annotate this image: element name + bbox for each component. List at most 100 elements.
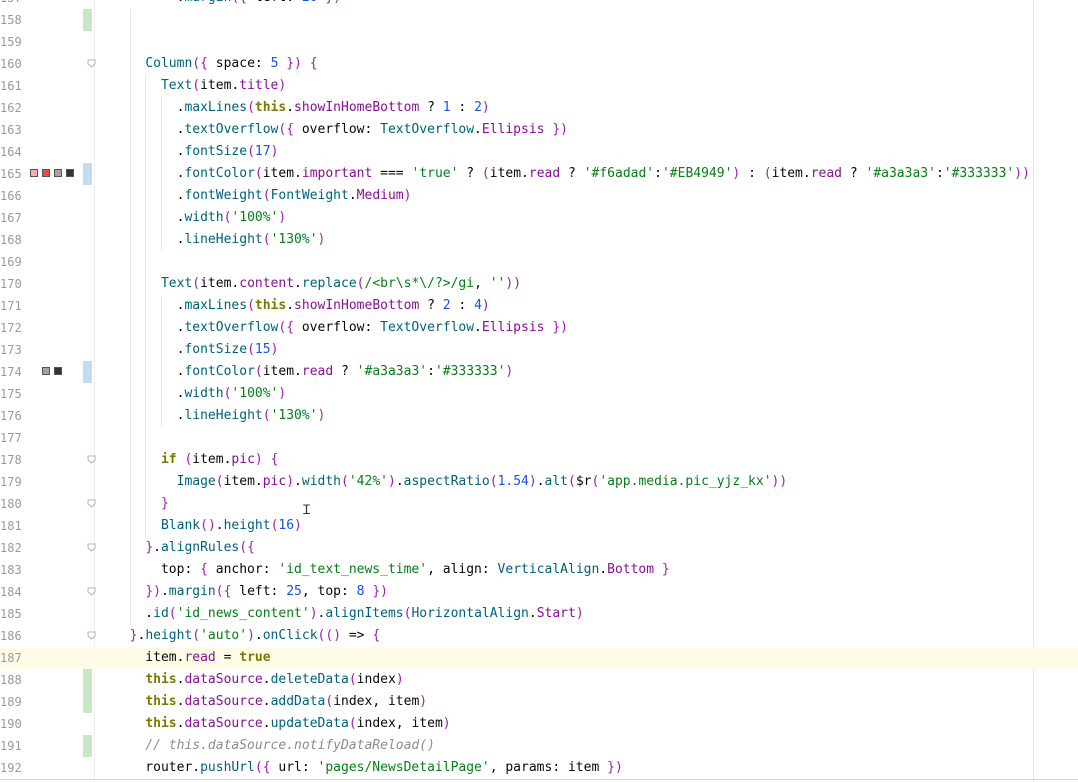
code-text[interactable]: .width('100%') (114, 207, 287, 229)
fold-toggle-icon[interactable] (87, 455, 96, 464)
code-text[interactable]: if (item.pic) { (114, 449, 278, 471)
line-number[interactable]: 188 (0, 669, 22, 691)
color-swatch[interactable] (30, 169, 38, 177)
code-text[interactable]: this.dataSource.addData(index, item) (114, 691, 427, 713)
code-line[interactable]: 157 .margin({ left: 20 }) (0, 0, 1078, 9)
line-number[interactable]: 183 (0, 559, 22, 581)
vcs-change-marker[interactable] (83, 9, 92, 31)
line-number[interactable]: 161 (0, 75, 22, 97)
line-number[interactable]: 160 (0, 53, 22, 75)
line-number[interactable]: 169 (0, 251, 22, 273)
line-number[interactable]: 175 (0, 383, 22, 405)
line-number[interactable]: 180 (0, 493, 22, 515)
fold-toggle-icon[interactable] (87, 499, 96, 508)
color-swatch[interactable] (54, 367, 62, 375)
fold-toggle-icon[interactable] (87, 59, 96, 68)
line-number[interactable]: 177 (0, 427, 22, 449)
code-text[interactable]: router.pushUrl({ url: 'pages/NewsDetailP… (114, 757, 622, 779)
color-swatch[interactable] (54, 169, 62, 177)
code-text[interactable]: Text(item.title) (114, 75, 286, 97)
vcs-change-marker[interactable] (83, 361, 92, 383)
line-number[interactable]: 163 (0, 119, 22, 141)
line-number[interactable]: 159 (0, 31, 22, 53)
code-line[interactable]: 191 // this.dataSource.notifyDataReload(… (0, 735, 1078, 757)
fold-toggle-icon[interactable] (87, 631, 96, 640)
line-number[interactable]: 167 (0, 207, 22, 229)
code-text[interactable]: .textOverflow({ overflow: TextOverflow.E… (114, 119, 568, 141)
line-number[interactable]: 173 (0, 339, 22, 361)
line-number[interactable]: 166 (0, 185, 22, 207)
line-number[interactable]: 184 (0, 581, 22, 603)
line-number[interactable]: 176 (0, 405, 22, 427)
code-text[interactable]: .textOverflow({ overflow: TextOverflow.E… (114, 317, 568, 339)
line-number[interactable]: 171 (0, 295, 22, 317)
line-number[interactable]: 181 (0, 515, 22, 537)
line-number[interactable]: 172 (0, 317, 22, 339)
line-number[interactable]: 174 (0, 361, 22, 383)
code-text[interactable]: .width('100%') (114, 383, 287, 405)
code-text[interactable]: .id('id_news_content').alignItems(Horizo… (114, 603, 583, 625)
line-number[interactable]: 158 (0, 9, 22, 31)
line-number[interactable]: 190 (0, 713, 22, 735)
code-line[interactable]: 186 }.height('auto').onClick(() => { (0, 625, 1078, 647)
line-number[interactable]: 165 (0, 163, 22, 185)
line-number[interactable]: 162 (0, 97, 22, 119)
code-text[interactable]: .fontSize(15) (114, 339, 279, 361)
code-text[interactable]: Column({ space: 5 }) { (114, 53, 317, 75)
code-text[interactable]: .maxLines(this.showInHomeBottom ? 2 : 4) (114, 295, 490, 317)
line-number[interactable]: 191 (0, 735, 22, 757)
code-line[interactable]: 189 this.dataSource.addData(index, item) (0, 691, 1078, 713)
line-number[interactable]: 178 (0, 449, 22, 471)
code-text[interactable]: Text(item.content.replace(/<br\s*\/?>/gi… (114, 273, 521, 295)
color-swatch[interactable] (66, 169, 74, 177)
line-number[interactable]: 170 (0, 273, 22, 295)
code-text[interactable]: Blank().height(16) (114, 515, 302, 537)
code-text[interactable]: .margin({ left: 20 }) (114, 0, 341, 9)
code-line[interactable]: 179 Image(item.pic).width('42%').aspectR… (0, 471, 1078, 493)
code-text[interactable]: .fontColor(item.important === 'true' ? (… (114, 163, 1030, 185)
code-text[interactable]: item.read = true (114, 647, 270, 669)
code-line[interactable]: 159 (0, 31, 1078, 53)
code-line[interactable]: 185 .id('id_news_content').alignItems(Ho… (0, 603, 1078, 625)
line-number[interactable]: 182 (0, 537, 22, 559)
code-line[interactable]: 158 (0, 9, 1078, 31)
code-text[interactable]: this.dataSource.deleteData(index) (114, 669, 403, 691)
code-line[interactable]: 190 this.dataSource.updateData(index, it… (0, 713, 1078, 735)
code-line[interactable]: 177 (0, 427, 1078, 449)
fold-toggle-icon[interactable] (87, 587, 96, 596)
line-number[interactable]: 192 (0, 757, 22, 779)
code-text[interactable]: }).margin({ left: 25, top: 8 }) (114, 581, 388, 603)
line-number[interactable]: 187 (0, 647, 22, 669)
code-line[interactable]: 184 }).margin({ left: 25, top: 8 }) (0, 581, 1078, 603)
vcs-change-marker[interactable] (83, 163, 92, 185)
code-line[interactable]: 180 } (0, 493, 1078, 515)
line-number[interactable]: 164 (0, 141, 22, 163)
code-text[interactable]: .maxLines(this.showInHomeBottom ? 1 : 2) (114, 97, 490, 119)
code-text[interactable]: }.alignRules({ (114, 537, 255, 559)
code-line[interactable]: 182 }.alignRules({ (0, 537, 1078, 559)
color-swatch[interactable] (42, 367, 50, 375)
code-text[interactable]: .fontColor(item.read ? '#a3a3a3':'#33333… (114, 361, 514, 383)
line-number[interactable]: 185 (0, 603, 22, 625)
line-number[interactable]: 168 (0, 229, 22, 251)
vcs-change-marker[interactable] (83, 735, 92, 757)
code-text[interactable]: this.dataSource.updateData(index, item) (114, 713, 450, 735)
code-line[interactable]: 181 Blank().height(16) (0, 515, 1078, 537)
code-line[interactable]: 183 top: { anchor: 'id_text_news_time', … (0, 559, 1078, 581)
code-line[interactable]: 161 Text(item.title) (0, 75, 1078, 97)
line-number[interactable]: 179 (0, 471, 22, 493)
code-text[interactable]: top: { anchor: 'id_text_news_time', alig… (114, 559, 670, 581)
code-line[interactable]: 160 Column({ space: 5 }) { (0, 53, 1078, 75)
code-line[interactable]: 170 Text(item.content.replace(/<br\s*\/?… (0, 273, 1078, 295)
code-line[interactable]: 169 (0, 251, 1078, 273)
code-line[interactable]: 187 item.read = true (0, 647, 1078, 669)
color-swatch[interactable] (42, 169, 50, 177)
code-line[interactable]: 188 this.dataSource.deleteData(index) (0, 669, 1078, 691)
vcs-change-marker[interactable] (83, 669, 92, 691)
code-text[interactable]: }.height('auto').onClick(() => { (114, 625, 381, 647)
code-text[interactable]: } (114, 493, 169, 515)
vcs-change-marker[interactable] (83, 691, 92, 713)
fold-toggle-icon[interactable] (87, 543, 96, 552)
line-number[interactable]: 157 (0, 0, 22, 9)
code-editor[interactable]: 157 .margin({ left: 20 })158159160 Colum… (0, 0, 1078, 782)
